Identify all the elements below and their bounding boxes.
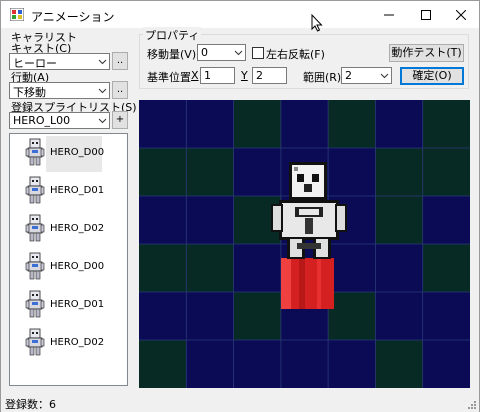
base-position-label: 基準位置	[147, 71, 191, 84]
status-bar: 登録数：6	[1, 393, 479, 412]
chevron-down-icon	[98, 88, 107, 94]
list-item[interactable]: HERO_D01	[10, 172, 127, 210]
minimize-button[interactable]	[372, 1, 406, 28]
hero-sprite-icon	[25, 176, 45, 204]
y-label: Y	[241, 69, 248, 82]
chevron-down-icon	[234, 50, 243, 56]
base-position-marker	[281, 258, 334, 309]
add-sprite-button[interactable]: +	[112, 111, 128, 129]
hero-sprite-icon	[25, 138, 45, 166]
cast-select[interactable]: ヒーロー	[9, 53, 110, 70]
sprite-name: HERO_D01	[50, 185, 105, 196]
sprite-name: HERO_D02	[50, 223, 105, 234]
title-bar: アニメーション	[1, 1, 479, 32]
chevron-down-icon	[380, 73, 389, 79]
list-item[interactable]: HERO_D00	[10, 248, 127, 286]
maximize-button[interactable]	[409, 1, 443, 28]
window-title: アニメーション	[31, 10, 115, 24]
x-label: X	[191, 69, 199, 82]
chevron-down-icon	[98, 118, 107, 124]
action-more-button[interactable]: ..	[112, 81, 128, 99]
cast-more-button[interactable]: ..	[112, 52, 128, 70]
list-item[interactable]: HERO_D00	[10, 134, 127, 172]
resize-grip-icon[interactable]	[467, 400, 477, 410]
hero-sprite-icon	[25, 214, 45, 242]
sprite-name: HERO_D00	[50, 147, 105, 158]
range-label: 範囲(R)	[303, 71, 342, 84]
range-value: 2	[345, 69, 352, 82]
action-select[interactable]: 下移動	[9, 82, 110, 99]
app-window: アニメーション キャラリスト キャスト(C) ヒーロー .. 行動(A) 下移動…	[0, 0, 480, 412]
flip-checkbox[interactable]	[252, 47, 264, 59]
hero-sprite-icon	[25, 328, 45, 356]
x-input[interactable]: 1	[200, 67, 235, 84]
sprite-select-value: HERO_L00	[13, 114, 71, 127]
list-item[interactable]: HERO_D02	[10, 210, 127, 248]
close-button[interactable]	[444, 1, 478, 28]
move-amount-select[interactable]: 0	[197, 44, 246, 61]
hero-sprite-icon	[25, 252, 45, 280]
move-amount-label: 移動量(V)	[147, 48, 197, 61]
list-item[interactable]: HERO_D02	[10, 324, 127, 362]
range-select[interactable]: 2	[341, 67, 392, 84]
chevron-down-icon	[98, 59, 107, 65]
hero-sprite-icon	[25, 290, 45, 318]
action-test-button[interactable]: 動作テスト(T)	[389, 44, 464, 62]
mouse-cursor-icon	[311, 14, 323, 32]
sprite-preview-canvas[interactable]	[139, 100, 470, 388]
sprite-list[interactable]: HERO_D00 HERO_D01 HERO_D02 HERO_D00 HERO…	[9, 133, 128, 386]
move-amount-value: 0	[201, 46, 208, 59]
list-item[interactable]: HERO_D01	[10, 286, 127, 324]
preview-grid	[139, 100, 470, 388]
maximize-icon	[421, 9, 431, 20]
app-icon	[10, 8, 24, 21]
sprite-name: HERO_D02	[50, 337, 105, 348]
action-select-value: 下移動	[13, 86, 46, 99]
close-icon	[456, 9, 466, 20]
properties-title: プロパティ	[143, 27, 202, 43]
sprite-name: HERO_D01	[50, 299, 105, 310]
x-input-value: 1	[204, 69, 211, 82]
sprite-select[interactable]: HERO_L00	[9, 112, 110, 129]
minimize-icon	[384, 14, 394, 15]
flip-label: 左右反転(F)	[266, 48, 325, 61]
y-input[interactable]: 2	[252, 67, 287, 84]
y-input-value: 2	[256, 69, 263, 82]
sprite-name: HERO_D00	[50, 261, 105, 272]
sprite-count-status: 登録数：6	[5, 398, 56, 411]
confirm-button[interactable]: 確定(O)	[400, 67, 464, 85]
